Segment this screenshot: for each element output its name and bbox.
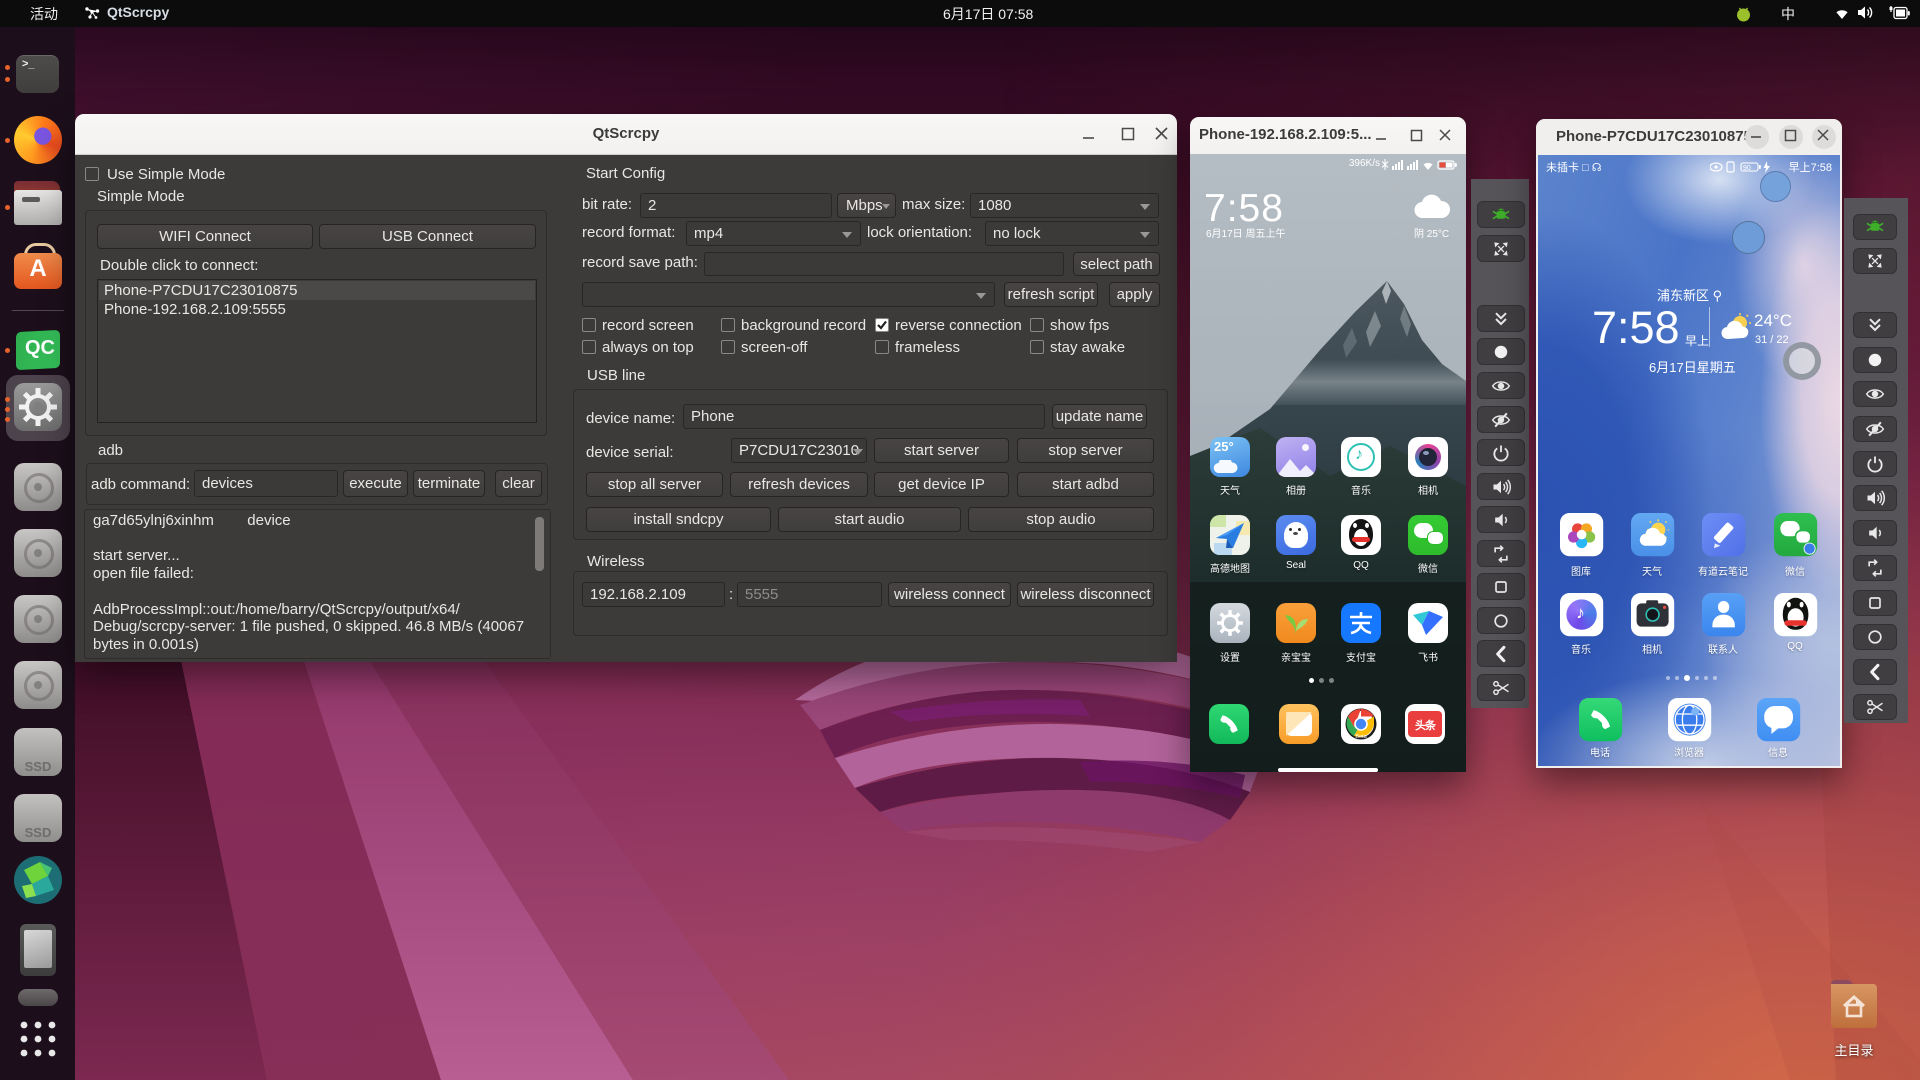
svg-text:Beta: Beta: [1355, 734, 1367, 740]
svg-text:90: 90: [1743, 165, 1751, 172]
